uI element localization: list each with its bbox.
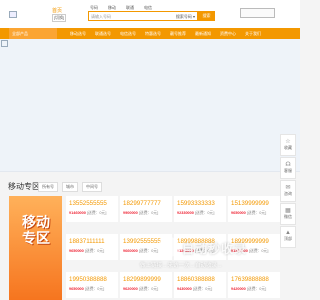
card-price: ¥2330000 [送费：0元] (177, 211, 215, 215)
number-card[interactable]: 13992555555 ¥660000 [送费：0元] (120, 234, 172, 260)
card-number: 13552555555 (69, 200, 107, 207)
card-price: ¥650000 [送费：0元] (69, 287, 105, 291)
card-price: ¥1268000 [送费：0元] (177, 249, 215, 253)
nav-item-news[interactable]: 最新通知 (195, 28, 211, 39)
favorite-button[interactable]: ☆ 收藏 (280, 134, 296, 156)
card-price: ¥660000 [送费：0元] (123, 249, 159, 253)
card-number: 15139999999 (231, 200, 269, 207)
main-nav: 全部产品 移动选号 联通选号 电信选号 特惠选号 靓号推荐 最新通知 资费中心 … (0, 28, 300, 39)
card-price: ¥900000 [送费：0元] (123, 211, 159, 215)
card-number: 18999888888 (177, 238, 215, 245)
number-card[interactable]: 15139999999 ¥650000 [送费：0元] (228, 196, 280, 222)
qr-icon: ▦ (285, 208, 291, 214)
side-toolbar: ☆ 收藏 ☊ 客服 ✉ 咨询 ▦ 微信 ▲ 顶部 (280, 134, 296, 249)
nav-item-telecom[interactable]: 电信选号 (120, 28, 136, 39)
chat-icon: ✉ (285, 185, 291, 191)
section-title: 移动专区 (8, 182, 40, 191)
nav-item-fees[interactable]: 资费中心 (220, 28, 236, 39)
number-card[interactable]: 13552555555 ¥1460000 [送费：0元] (66, 196, 118, 222)
page: 首页 [切换] 号码 移动 联通 电信 请输入号码 搜索号码 ▾ 搜索 全部产品… (0, 0, 300, 300)
nav-item-unicom[interactable]: 联通选号 (95, 28, 111, 39)
wechat-button[interactable]: ▦ 微信 (280, 203, 296, 225)
card-price: ¥1460000 [送费：0元] (69, 211, 107, 215)
search-input[interactable]: 请输入号码 (91, 14, 111, 20)
card-number: 17639888888 (231, 276, 269, 283)
card-number: 18837111111 (69, 238, 105, 245)
card-price: ¥620000 [送费：0元] (123, 287, 159, 291)
city-switch-link[interactable]: [切换] (52, 14, 67, 22)
card-price: ¥650000 [送费：0元] (69, 249, 105, 253)
nav-items: 移动选号 联通选号 电信选号 特惠选号 靓号推荐 最新通知 资费中心 关于我们 (70, 28, 261, 39)
card-number: 19950388888 (69, 276, 107, 283)
site-header: 首页 [切换] 号码 移动 联通 电信 请输入号码 搜索号码 ▾ 搜索 (0, 0, 300, 28)
card-price: ¥420000 [送费：0元] (231, 287, 267, 291)
number-card[interactable]: 18299777777 ¥900000 [送费：0元] (120, 196, 172, 222)
star-icon: ☆ (285, 139, 291, 145)
header-qr-image (240, 8, 275, 18)
nav-item-mobile[interactable]: 移动选号 (70, 28, 86, 39)
city-label: 首页 (52, 8, 63, 14)
number-card[interactable]: 18999999999 ¥1368000 [送费：0元] (228, 234, 280, 260)
card-number: 15993333333 (177, 200, 215, 207)
card-price: ¥430000 [送费：0元] (177, 287, 213, 291)
consult-button[interactable]: ✉ 咨询 (280, 180, 296, 202)
nav-item-special[interactable]: 特惠选号 (145, 28, 161, 39)
promo-banner[interactable]: 移动专区 (9, 196, 62, 300)
card-number: 18999999999 (231, 238, 269, 245)
filter-city[interactable]: 城市 (62, 182, 78, 192)
search-type-select[interactable]: 搜索号码 ▾ (176, 14, 195, 20)
filter-tabs: 所有号 城市 中间号 (38, 182, 102, 192)
number-card[interactable]: 18860388888 ¥430000 [送费：0元] (174, 272, 226, 298)
nav-item-recommend[interactable]: 靓号推荐 (170, 28, 186, 39)
number-card[interactable]: 18299899999 ¥620000 [送费：0元] (120, 272, 172, 298)
number-card[interactable]: 19950388888 ¥650000 [送费：0元] (66, 272, 118, 298)
number-card[interactable]: 15993333333 ¥2330000 [送费：0元] (174, 196, 226, 222)
search-box: 请输入号码 搜索号码 ▾ (88, 11, 198, 21)
promo-text: 移动专区 (22, 214, 50, 246)
filter-all[interactable]: 所有号 (38, 182, 58, 192)
nav-item-about[interactable]: 关于我们 (245, 28, 261, 39)
card-number: 18299777777 (123, 200, 161, 207)
card-number: 18299899999 (123, 276, 161, 283)
number-card[interactable]: 18999888888 ¥1268000 [送费：0元] (174, 234, 226, 260)
hero-banner[interactable] (0, 39, 300, 172)
card-price: ¥1368000 [送费：0元] (231, 249, 269, 253)
watermark-subtitle: 做上链接→来访一次→自动收录→ (140, 263, 223, 269)
headset-icon: ☊ (285, 162, 291, 168)
search-button[interactable]: 搜索 (198, 11, 215, 21)
filter-middle[interactable]: 中间号 (82, 182, 102, 192)
card-price: ¥650000 [送费：0元] (231, 211, 267, 215)
card-number: 13992555555 (123, 238, 161, 245)
back-to-top-button[interactable]: ▲ 顶部 (280, 226, 296, 248)
service-button[interactable]: ☊ 客服 (280, 157, 296, 179)
nav-category-button[interactable]: 全部产品 (9, 28, 57, 39)
number-card[interactable]: 18837111111 ¥650000 [送费：0元] (66, 234, 118, 260)
banner-image (1, 40, 8, 47)
card-number: 18860388888 (177, 276, 215, 283)
number-card[interactable]: 17639888888 ¥420000 [送费：0元] (228, 272, 280, 298)
site-logo[interactable] (9, 11, 17, 18)
